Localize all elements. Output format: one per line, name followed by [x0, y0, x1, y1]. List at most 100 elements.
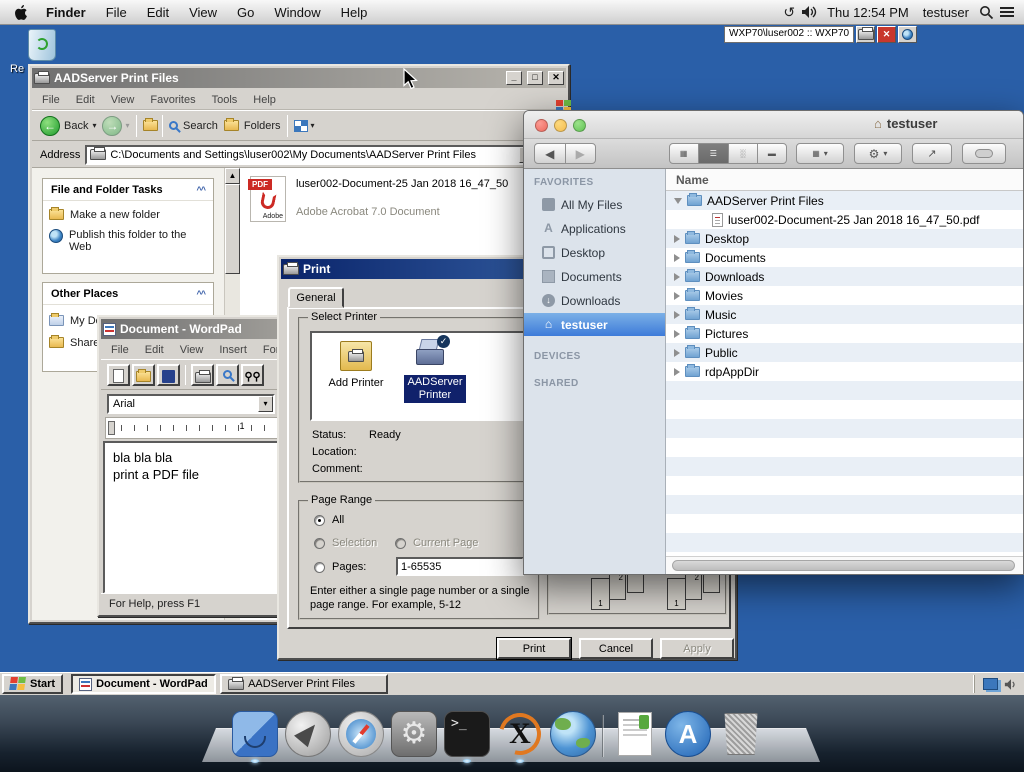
dock-x11-icon[interactable]: X	[497, 711, 543, 757]
volume-tray-icon[interactable]	[1004, 678, 1018, 691]
finder-titlebar[interactable]: ⌂ testuser	[524, 111, 1023, 139]
minimize-traffic-light[interactable]	[554, 119, 567, 132]
list-item-music[interactable]: Music	[666, 305, 1023, 324]
new-document-button[interactable]	[107, 364, 130, 386]
disclosure-open-icon[interactable]	[674, 198, 682, 204]
sidebar-item-downloads[interactable]: ↓Downloads	[524, 289, 665, 312]
dock-launchpad-icon[interactable]	[285, 711, 331, 757]
disclosure-icon[interactable]	[674, 349, 680, 357]
tab-general[interactable]: General	[288, 287, 344, 308]
collapse-chevron-icon[interactable]: ^^	[196, 289, 205, 299]
spotlight-icon[interactable]	[979, 5, 994, 20]
time-machine-icon[interactable]: ↺	[783, 4, 795, 21]
dock-web-globe-icon[interactable]	[550, 711, 596, 757]
share-button[interactable]: ↗	[912, 143, 952, 164]
explorer-menu-file[interactable]: File	[42, 94, 60, 106]
volume-icon[interactable]	[801, 5, 817, 19]
list-item-public[interactable]: Public	[666, 343, 1023, 362]
scrollbar-thumb[interactable]	[672, 560, 1015, 571]
apple-logo-icon[interactable]	[14, 5, 28, 20]
dock-system-preferences-icon[interactable]: ⚙	[391, 711, 437, 757]
wordpad-menu-view[interactable]: View	[180, 344, 204, 356]
list-view-icon[interactable]: ☰	[699, 144, 728, 163]
explorer-menu-help[interactable]: Help	[253, 94, 276, 106]
explorer-menu-tools[interactable]: Tools	[212, 94, 238, 106]
name-column-header[interactable]: Name	[666, 169, 1023, 191]
add-printer-item[interactable]: Add Printer	[320, 377, 392, 389]
scroll-up-arrow-icon[interactable]: ▲	[225, 168, 240, 184]
rdp-globe-button[interactable]	[898, 26, 917, 43]
pages-input[interactable]	[396, 557, 524, 576]
sidebar-item-all-my-files[interactable]: All My Files	[524, 193, 665, 216]
find-button[interactable]: ⚲⚲	[241, 364, 264, 386]
indent-marker[interactable]	[108, 421, 115, 435]
radio-selection[interactable]: Selection	[314, 537, 377, 549]
open-button[interactable]	[132, 364, 155, 386]
folders-button[interactable]: Folders	[224, 120, 281, 132]
task-new-folder[interactable]: Make a new folder	[43, 201, 213, 223]
font-dropdown-button[interactable]: ▾	[258, 396, 273, 412]
wordpad-menu-insert[interactable]: Insert	[219, 344, 247, 356]
address-combo[interactable]: C:\Documents and Settings\luser002\My Do…	[85, 145, 539, 165]
notification-center-icon[interactable]	[1000, 5, 1014, 19]
menubar-user[interactable]: testuser	[919, 5, 973, 20]
menu-window[interactable]: Window	[264, 5, 330, 20]
list-item-documents[interactable]: Documents	[666, 248, 1023, 267]
dock-trash-icon[interactable]	[718, 711, 764, 757]
radio-pages[interactable]: Pages:	[314, 561, 366, 573]
list-item-desktop[interactable]: Desktop	[666, 229, 1023, 248]
apply-button[interactable]: Apply	[660, 638, 734, 659]
disclosure-icon[interactable]	[674, 273, 680, 281]
disclosure-icon[interactable]	[674, 235, 680, 243]
disclosure-icon[interactable]	[674, 330, 680, 338]
back-button[interactable]: ← Back▾	[40, 116, 96, 136]
menu-finder[interactable]: Finder	[36, 5, 96, 20]
list-item-pdf-file[interactable]: luser002-Document-25 Jan 2018 16_47_50.p…	[666, 210, 1023, 229]
dock-app-store-icon[interactable]: A	[665, 711, 711, 757]
radio-all[interactable]: All	[314, 514, 344, 526]
collapse-chevron-icon[interactable]: ^^	[196, 185, 205, 195]
radio-current-page[interactable]: Current Page	[395, 537, 478, 549]
dock-document-icon[interactable]	[612, 711, 658, 757]
edit-tags-button[interactable]	[962, 143, 1006, 164]
sidebar-item-applications[interactable]: AApplications	[524, 217, 665, 240]
tasks-header-row[interactable]: File and Folder Tasks ^^	[43, 179, 213, 201]
list-item-downloads[interactable]: Downloads	[666, 267, 1023, 286]
disclosure-icon[interactable]	[674, 368, 680, 376]
coverflow-view-icon[interactable]: ▬	[758, 144, 786, 163]
list-item-pictures[interactable]: Pictures	[666, 324, 1023, 343]
pdf-file-icon[interactable]: PDF Adobe	[250, 176, 286, 222]
back-forward-control[interactable]: ◀ ▶	[534, 143, 596, 164]
list-item-aadserver-print-files[interactable]: AADServer Print Files	[666, 191, 1023, 210]
other-places-header-row[interactable]: Other Places ^^	[43, 283, 213, 305]
disclosure-icon[interactable]	[674, 311, 680, 319]
wordpad-menu-file[interactable]: File	[111, 344, 129, 356]
menubar-clock[interactable]: Thu 12:54 PM	[823, 5, 913, 20]
network-tray-icon[interactable]	[983, 678, 998, 690]
back-icon[interactable]: ◀	[535, 144, 566, 163]
dock-finder-icon[interactable]	[232, 711, 278, 757]
views-button[interactable]: ▾	[294, 120, 315, 132]
list-item-rdpappdir[interactable]: rdpAppDir	[666, 362, 1023, 381]
dock-safari-icon[interactable]	[338, 711, 384, 757]
taskbar-button-wordpad[interactable]: Document - WordPad	[71, 674, 216, 694]
up-button[interactable]: ↑	[143, 120, 157, 132]
save-button[interactable]	[157, 364, 180, 386]
menu-view[interactable]: View	[179, 5, 227, 20]
close-traffic-light[interactable]	[535, 119, 548, 132]
explorer-menu-favorites[interactable]: Favorites	[150, 94, 195, 106]
view-mode-control[interactable]: ▦ ☰ ░ ▬	[669, 143, 787, 164]
pdf-file-name[interactable]: luser002-Document-25 Jan 2018 16_47_50	[296, 178, 534, 190]
print-preview-button[interactable]	[216, 364, 239, 386]
sidebar-item-documents[interactable]: Documents	[524, 265, 665, 288]
explorer-titlebar[interactable]: AADServer Print Files _ □ ✕	[32, 68, 566, 88]
cancel-button[interactable]: Cancel	[579, 638, 653, 659]
print-confirm-button[interactable]: Print	[497, 638, 571, 659]
menu-edit[interactable]: Edit	[137, 5, 179, 20]
disclosure-icon[interactable]	[674, 254, 680, 262]
dock-terminal-icon[interactable]: >_	[444, 711, 490, 757]
column-view-icon[interactable]: ░	[729, 144, 758, 163]
start-button[interactable]: Start	[2, 674, 63, 694]
action-gear-button[interactable]: ⚙▾	[854, 143, 902, 164]
menu-file[interactable]: File	[96, 5, 137, 20]
